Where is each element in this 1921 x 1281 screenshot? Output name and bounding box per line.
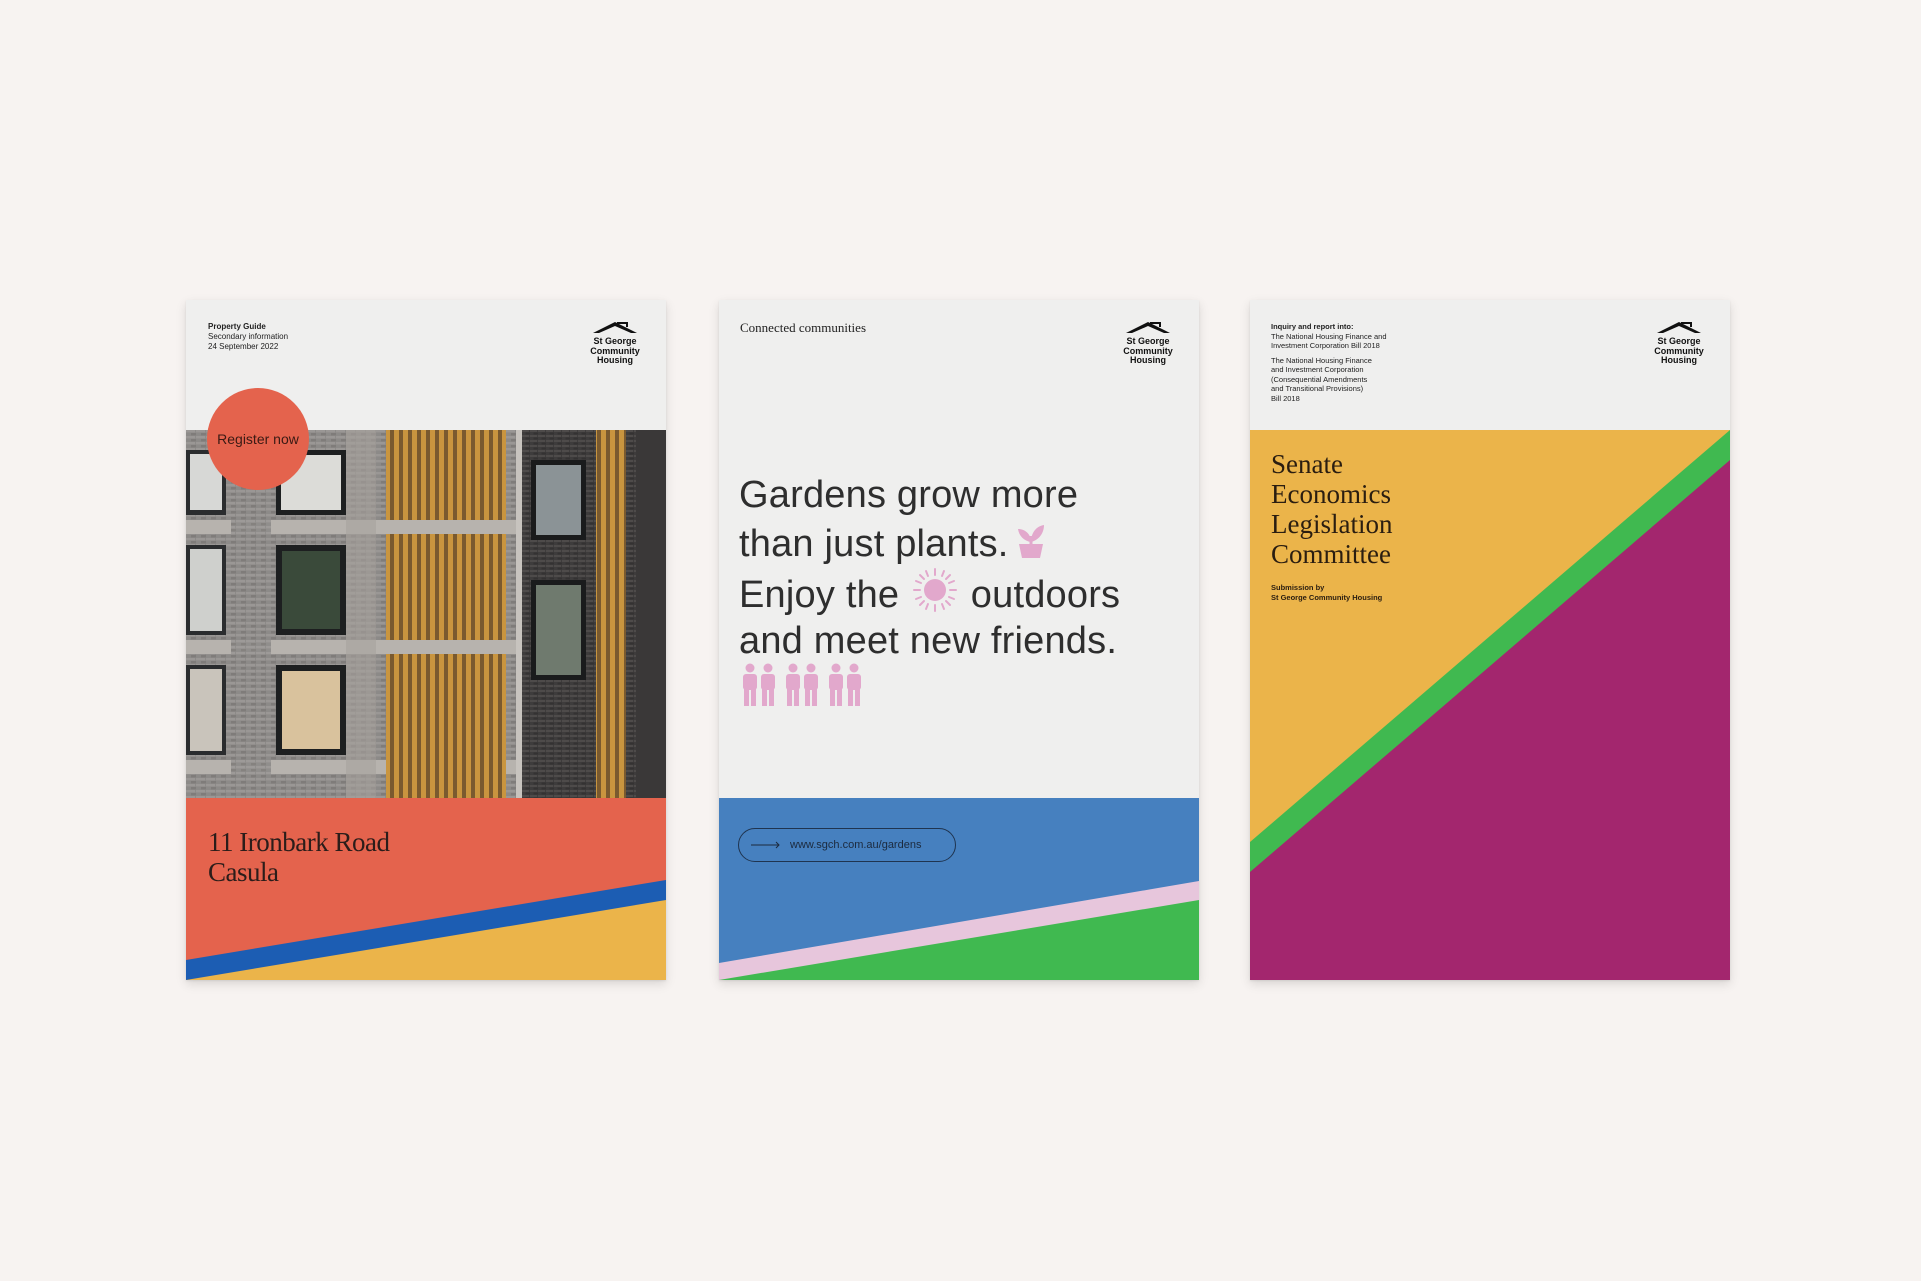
inquiry-bill1-line1: The National Housing Finance and [1271,331,1387,341]
senate-submission-report: Inquiry and report into: The National Ho… [1250,300,1730,980]
inquiry-bill2-line4: and Transitional Provisions) [1271,384,1364,393]
inquiry-bill2-line3: (Consequential Amendments [1271,374,1368,384]
title-line-4: Committee [1271,539,1391,569]
submission-org: St George Community Housing [1271,592,1383,602]
inquiry-bill2-line1: The National Housing Finance [1271,355,1372,365]
plant-icon [1017,525,1044,558]
property-address: 11 Ironbark Road Casula [208,827,390,887]
color-band-footer [719,798,1199,980]
meta-date: 24 September 2022 [208,342,279,351]
people-icon [829,663,861,706]
gardens-url-link[interactable]: www.sgch.com.au/gardens [738,828,956,862]
color-band-footer [186,798,666,980]
address-line-2: Casula [208,857,279,887]
gardens-poster: Connected communities St George Communit… [719,300,1199,980]
people-icon [786,663,818,706]
title-line-3: Legislation [1271,509,1393,539]
house-roof-icon [1126,322,1170,333]
poster-headline: Gardens grow more than just plants. Enjo… [739,472,1189,664]
house-roof-icon [593,322,637,333]
logo-line-3: Housing [1130,355,1166,365]
poster-tag: Connected communities [740,320,867,335]
meta-subtitle: Secondary information [208,332,289,341]
sgch-logo: St George Community Housing [1117,320,1179,366]
logo-line-3: Housing [597,355,633,365]
headline-line-2: than just plants. [739,523,1009,565]
house-roof-icon [1657,322,1701,333]
submission-credit: Submission by St George Community Housin… [1271,583,1382,602]
address-line-1: 11 Ironbark Road [208,827,390,857]
inquiry-bill2-line5: Bill 2018 [1271,393,1300,403]
sgch-logo: St George Community Housing [1648,320,1710,366]
headline-line-3: Enjoy the outdoors [739,567,1189,618]
meta-title: Property Guide [208,322,266,331]
title-line-2: Economics [1271,479,1391,509]
title-line-1: Senate [1271,449,1343,479]
inquiry-bill1-line2: Investment Corporation Bill 2018 [1271,341,1380,350]
sun-icon [913,568,958,612]
headline-line-3b: outdoors [970,574,1121,616]
inquiry-heading: Inquiry and report into: [1271,322,1354,331]
headline-line-1: Gardens grow more [739,474,1079,516]
property-guide-brochure: Property Guide Secondary information 24 … [186,300,666,980]
submission-label: Submission by [1271,583,1325,592]
arrow-right-icon [751,841,780,849]
report-title: Senate Economics Legislation Committee [1271,449,1392,569]
headline-line-4: and meet new friends. [739,620,1118,662]
register-now-badge[interactable]: Register now [207,388,309,490]
inquiry-bill2-line2: and Investment Corporation [1271,365,1364,374]
brochure-meta: Property Guide Secondary information 24 … [208,322,288,352]
url-text: www.sgch.com.au/gardens [790,839,922,851]
logo-line-3: Housing [1661,355,1697,365]
sgch-logo: St George Community Housing [584,320,646,366]
headline-line-2-wrap: than just plants. [739,518,1189,567]
people-icon [743,663,775,706]
inquiry-details: Inquiry and report into: The National Ho… [1271,322,1431,403]
headline-line-3a: Enjoy the [739,574,900,616]
people-icons [741,662,863,708]
